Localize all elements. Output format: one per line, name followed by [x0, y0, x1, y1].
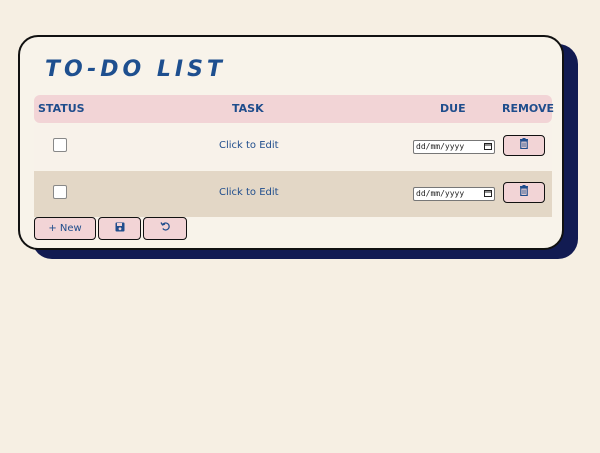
- floppy-disk-icon: [115, 222, 125, 235]
- header-status: STATUS: [38, 102, 85, 115]
- header-due: DUE: [440, 102, 466, 115]
- due-date-input[interactable]: dd/mm/yyyy: [413, 187, 495, 201]
- save-button[interactable]: [98, 217, 141, 240]
- calendar-icon[interactable]: [484, 189, 492, 201]
- trash-icon: [519, 185, 529, 199]
- due-date-input[interactable]: dd/mm/yyyy: [413, 140, 495, 154]
- remove-button[interactable]: [503, 135, 545, 156]
- remove-button[interactable]: [503, 182, 545, 203]
- header-remove: REMOVE: [502, 102, 555, 115]
- task-text[interactable]: Click to Edit: [219, 187, 279, 198]
- todo-card: TO-DO LIST STATUS TASK DUE REMOVE Click …: [18, 35, 564, 250]
- status-checkbox[interactable]: [53, 138, 67, 152]
- task-text[interactable]: Click to Edit: [219, 140, 279, 151]
- new-task-button[interactable]: + New: [34, 217, 96, 240]
- calendar-icon[interactable]: [484, 142, 492, 154]
- header-task: TASK: [232, 102, 264, 115]
- page-title: TO-DO LIST: [45, 57, 226, 82]
- reset-button[interactable]: [143, 217, 187, 240]
- trash-icon: [519, 138, 529, 152]
- table-row: Click to Edit dd/mm/yyyy: [34, 124, 552, 170]
- status-checkbox[interactable]: [53, 185, 67, 199]
- due-date-placeholder: dd/mm/yyyy: [416, 142, 465, 151]
- table-header: STATUS TASK DUE REMOVE: [34, 95, 555, 123]
- table-row: Click to Edit dd/mm/yyyy: [34, 171, 552, 217]
- undo-icon: [159, 222, 171, 235]
- due-date-placeholder: dd/mm/yyyy: [416, 189, 465, 198]
